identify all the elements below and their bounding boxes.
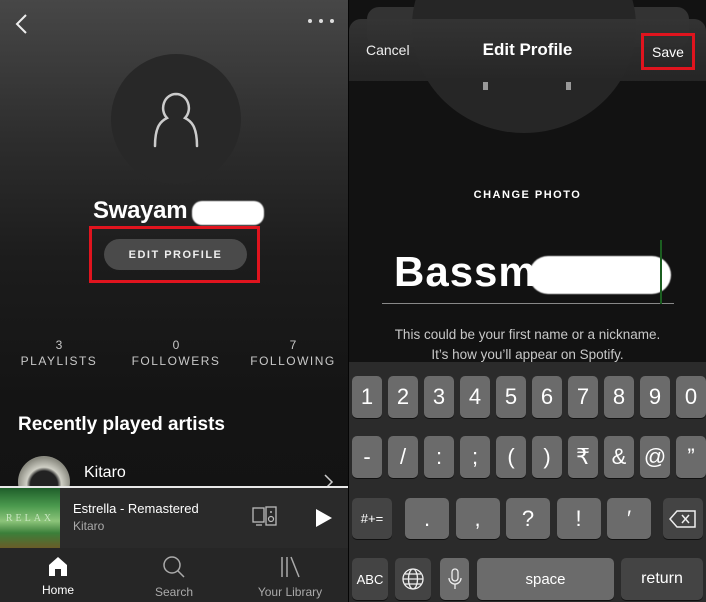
- key[interactable]: ”: [676, 436, 706, 478]
- section-heading: Recently played artists: [18, 414, 225, 435]
- edit-profile-screen: Cancel Edit Profile Save CHANGE PHOTO Ba…: [349, 0, 706, 602]
- key[interactable]: 0: [676, 376, 706, 418]
- key[interactable]: 8: [604, 376, 634, 418]
- space-key[interactable]: space: [477, 558, 614, 600]
- key[interactable]: 3: [424, 376, 454, 418]
- key[interactable]: /: [388, 436, 418, 478]
- key[interactable]: 4: [460, 376, 490, 418]
- artist-name: Kitaro: [84, 464, 126, 481]
- key[interactable]: ,: [455, 498, 500, 539]
- tab-label: Search: [154, 585, 194, 599]
- key[interactable]: .: [405, 498, 449, 539]
- chevron-left-icon[interactable]: [12, 12, 32, 36]
- microphone-icon: [447, 568, 462, 589]
- tab-label: Home: [41, 583, 74, 597]
- key[interactable]: 1: [352, 376, 382, 418]
- key[interactable]: &: [604, 436, 634, 478]
- tab-search[interactable]: Search: [116, 548, 232, 602]
- key[interactable]: 7: [568, 376, 598, 418]
- delete-key[interactable]: [663, 498, 703, 539]
- photo-mark: [483, 82, 488, 90]
- stat-label: FOLLOWERS: [131, 354, 221, 368]
- now-playing-bar[interactable]: RELAX Estrella - Remastered Kitaro: [0, 488, 348, 548]
- symbols-mode-key[interactable]: #+=: [352, 498, 392, 539]
- play-icon[interactable]: [315, 508, 333, 528]
- search-icon: [163, 556, 185, 578]
- photo-mark: [566, 82, 571, 90]
- globe-icon: [402, 568, 424, 590]
- user-icon: [153, 92, 199, 148]
- keyboard: 1 2 3 4 5 6 7 8 9 0 - /:;() ₹ & @” #+=.,?! ′ ABC space retu…: [349, 362, 706, 602]
- stat-label: PLAYLISTS: [20, 354, 98, 368]
- tab-your-library[interactable]: Your Library: [232, 548, 348, 602]
- stat-playlists[interactable]: 3 PLAYLISTS: [4, 338, 114, 368]
- tab-label: Your Library: [257, 585, 323, 599]
- key[interactable]: 9: [640, 376, 670, 418]
- profile-screen: Swayam EDIT PROFILE 3 PLAYLISTS 0 FOLLOWER…: [0, 0, 348, 602]
- key[interactable]: -: [352, 436, 382, 478]
- save-button[interactable]: Save: [641, 33, 695, 70]
- stat-label: FOLLOWING: [250, 354, 336, 368]
- key[interactable]: :: [424, 436, 454, 478]
- mic-key[interactable]: [440, 558, 469, 600]
- text-cursor: [660, 240, 662, 304]
- home-icon: [49, 557, 67, 576]
- key[interactable]: ): [532, 436, 562, 478]
- key[interactable]: !: [556, 498, 601, 539]
- redacted-name: [192, 201, 264, 225]
- stat-following[interactable]: 7 FOLLOWING: [238, 338, 348, 368]
- edit-profile-button[interactable]: EDIT PROFILE: [104, 239, 247, 270]
- key[interactable]: ?: [506, 498, 550, 539]
- dot-icon: [308, 19, 312, 23]
- artist-row[interactable]: Kitaro: [18, 456, 348, 508]
- album-art: RELAX: [0, 488, 60, 548]
- dot-icon: [330, 19, 334, 23]
- avatar: [111, 54, 241, 184]
- tab-home[interactable]: Home: [0, 548, 116, 602]
- library-icon: [281, 556, 300, 578]
- stat-value: 3: [55, 338, 63, 352]
- stat-value: 0: [172, 338, 180, 352]
- tab-bar: Home Search Your Library: [0, 548, 348, 602]
- globe-key[interactable]: [395, 558, 431, 600]
- key[interactable]: 2: [388, 376, 418, 418]
- dot-icon: [319, 19, 323, 23]
- return-key[interactable]: return: [621, 558, 703, 600]
- stat-followers[interactable]: 0 FOLLOWERS: [121, 338, 231, 368]
- key[interactable]: ₹: [568, 436, 598, 478]
- track-artist: Kitaro: [73, 519, 105, 533]
- key[interactable]: ′: [607, 498, 651, 539]
- change-photo-button[interactable]: CHANGE PHOTO: [349, 189, 706, 201]
- more-options-button[interactable]: [308, 14, 334, 28]
- redacted-name: [529, 256, 671, 294]
- hint-text: This could be your first name or a nickn…: [394, 327, 661, 362]
- key[interactable]: 5: [496, 376, 526, 418]
- abc-key[interactable]: ABC: [352, 558, 388, 600]
- devices-icon[interactable]: [252, 505, 278, 527]
- stat-value: 7: [289, 338, 297, 352]
- track-title: Estrella - Remastered: [73, 501, 199, 516]
- key[interactable]: 6: [532, 376, 562, 418]
- backspace-icon: [669, 509, 696, 528]
- display-name-input[interactable]: Bassm: [382, 240, 674, 304]
- key[interactable]: (: [496, 436, 526, 478]
- key[interactable]: ;: [460, 436, 490, 478]
- profile-name: Swayam: [93, 197, 188, 224]
- display-name-value: Bassm: [394, 248, 537, 295]
- key[interactable]: @: [640, 436, 670, 478]
